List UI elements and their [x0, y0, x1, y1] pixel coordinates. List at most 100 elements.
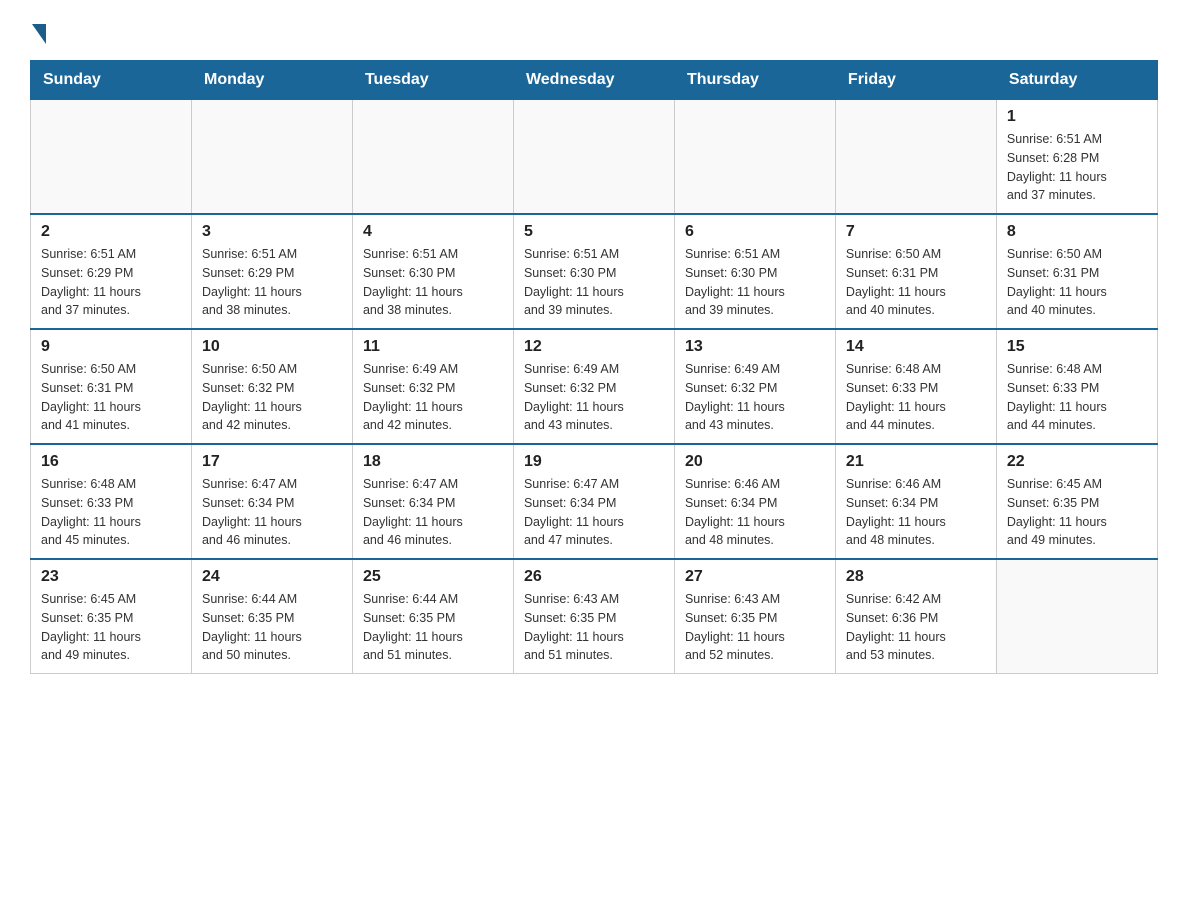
calendar-cell: [31, 100, 192, 215]
calendar-cell: 18 Sunrise: 6:47 AM Sunset: 6:34 PM Dayli…: [352, 444, 513, 559]
day-number: 4: [363, 223, 503, 241]
calendar-cell: 25 Sunrise: 6:44 AM Sunset: 6:35 PM Dayli…: [352, 559, 513, 674]
day-number: 11: [363, 338, 503, 356]
calendar-cell: 26Sunrise: 6:43 AM Sunset: 6:35 PM Dayli…: [513, 559, 674, 674]
day-number: 7: [846, 223, 986, 241]
day-info: Sunrise: 6:51 AM Sunset: 6:30 PM Dayligh…: [363, 245, 503, 320]
day-info: Sunrise: 6:48 AM Sunset: 6:33 PM Dayligh…: [1007, 360, 1147, 435]
day-info: Sunrise: 6:44 AM Sunset: 6:35 PM Dayligh…: [202, 590, 342, 665]
day-number: 17: [202, 453, 342, 471]
calendar-cell: 17 Sunrise: 6:47 AM Sunset: 6:34 PM Dayli…: [191, 444, 352, 559]
logo-arrow-icon: [32, 24, 46, 44]
day-number: 10: [202, 338, 342, 356]
day-info: Sunrise: 6:44 AM Sunset: 6:35 PM Dayligh…: [363, 590, 503, 665]
day-number: 12: [524, 338, 664, 356]
day-number: 25: [363, 568, 503, 586]
day-number: 27: [685, 568, 825, 586]
calendar-cell: [191, 100, 352, 215]
day-number: 28: [846, 568, 986, 586]
day-info: Sunrise: 6:48 AM Sunset: 6:33 PM Dayligh…: [41, 475, 181, 550]
calendar-cell: 14 Sunrise: 6:48 AM Sunset: 6:33 PM Dayli…: [835, 329, 996, 444]
header-day-tuesday: Tuesday: [352, 61, 513, 100]
calendar-cell: 27 Sunrise: 6:43 AM Sunset: 6:35 PM Dayli…: [674, 559, 835, 674]
day-number: 21: [846, 453, 986, 471]
day-info: Sunrise: 6:43 AM Sunset: 6:35 PM Dayligh…: [524, 590, 664, 665]
calendar-cell: 28 Sunrise: 6:42 AM Sunset: 6:36 PM Dayli…: [835, 559, 996, 674]
calendar-cell: 21 Sunrise: 6:46 AM Sunset: 6:34 PM Dayli…: [835, 444, 996, 559]
day-info: Sunrise: 6:50 AM Sunset: 6:31 PM Dayligh…: [846, 245, 986, 320]
day-info: Sunrise: 6:50 AM Sunset: 6:32 PM Dayligh…: [202, 360, 342, 435]
calendar-cell: [674, 100, 835, 215]
header-day-wednesday: Wednesday: [513, 61, 674, 100]
logo-text: [30, 20, 46, 44]
day-info: Sunrise: 6:49 AM Sunset: 6:32 PM Dayligh…: [363, 360, 503, 435]
day-info: Sunrise: 6:48 AM Sunset: 6:33 PM Dayligh…: [846, 360, 986, 435]
day-info: Sunrise: 6:51 AM Sunset: 6:28 PM Dayligh…: [1007, 130, 1147, 205]
calendar-cell: 1 Sunrise: 6:51 AM Sunset: 6:28 PM Daylig…: [996, 100, 1157, 215]
day-number: 5: [524, 223, 664, 241]
day-info: Sunrise: 6:51 AM Sunset: 6:30 PM Dayligh…: [685, 245, 825, 320]
day-info: Sunrise: 6:49 AM Sunset: 6:32 PM Dayligh…: [685, 360, 825, 435]
day-info: Sunrise: 6:51 AM Sunset: 6:30 PM Dayligh…: [524, 245, 664, 320]
calendar-cell: 8 Sunrise: 6:50 AM Sunset: 6:31 PM Daylig…: [996, 214, 1157, 329]
calendar-cell: [835, 100, 996, 215]
calendar-cell: [352, 100, 513, 215]
day-number: 13: [685, 338, 825, 356]
day-info: Sunrise: 6:47 AM Sunset: 6:34 PM Dayligh…: [202, 475, 342, 550]
day-number: 8: [1007, 223, 1147, 241]
day-number: 20: [685, 453, 825, 471]
calendar-cell: 13 Sunrise: 6:49 AM Sunset: 6:32 PM Dayli…: [674, 329, 835, 444]
day-info: Sunrise: 6:50 AM Sunset: 6:31 PM Dayligh…: [1007, 245, 1147, 320]
calendar-cell: 24 Sunrise: 6:44 AM Sunset: 6:35 PM Dayli…: [191, 559, 352, 674]
day-number: 1: [1007, 108, 1147, 126]
page-header: [30, 20, 1158, 40]
calendar-cell: [996, 559, 1157, 674]
week-row-3: 9 Sunrise: 6:50 AM Sunset: 6:31 PM Daylig…: [31, 329, 1158, 444]
calendar-cell: 9 Sunrise: 6:50 AM Sunset: 6:31 PM Daylig…: [31, 329, 192, 444]
day-info: Sunrise: 6:43 AM Sunset: 6:35 PM Dayligh…: [685, 590, 825, 665]
day-info: Sunrise: 6:47 AM Sunset: 6:34 PM Dayligh…: [524, 475, 664, 550]
day-info: Sunrise: 6:42 AM Sunset: 6:36 PM Dayligh…: [846, 590, 986, 665]
calendar-cell: 2 Sunrise: 6:51 AM Sunset: 6:29 PM Daylig…: [31, 214, 192, 329]
week-row-5: 23 Sunrise: 6:45 AM Sunset: 6:35 PM Dayli…: [31, 559, 1158, 674]
day-info: Sunrise: 6:47 AM Sunset: 6:34 PM Dayligh…: [363, 475, 503, 550]
calendar-cell: 16Sunrise: 6:48 AM Sunset: 6:33 PM Dayli…: [31, 444, 192, 559]
day-number: 14: [846, 338, 986, 356]
day-info: Sunrise: 6:46 AM Sunset: 6:34 PM Dayligh…: [685, 475, 825, 550]
day-number: 9: [41, 338, 181, 356]
day-info: Sunrise: 6:46 AM Sunset: 6:34 PM Dayligh…: [846, 475, 986, 550]
calendar-cell: 20 Sunrise: 6:46 AM Sunset: 6:34 PM Dayli…: [674, 444, 835, 559]
header-day-sunday: Sunday: [31, 61, 192, 100]
header-row: SundayMondayTuesdayWednesdayThursdayFrid…: [31, 61, 1158, 100]
day-info: Sunrise: 6:45 AM Sunset: 6:35 PM Dayligh…: [41, 590, 181, 665]
day-number: 3: [202, 223, 342, 241]
week-row-2: 2 Sunrise: 6:51 AM Sunset: 6:29 PM Daylig…: [31, 214, 1158, 329]
calendar-cell: 6Sunrise: 6:51 AM Sunset: 6:30 PM Daylig…: [674, 214, 835, 329]
calendar-cell: 4 Sunrise: 6:51 AM Sunset: 6:30 PM Daylig…: [352, 214, 513, 329]
header-day-saturday: Saturday: [996, 61, 1157, 100]
day-info: Sunrise: 6:51 AM Sunset: 6:29 PM Dayligh…: [41, 245, 181, 320]
header-day-monday: Monday: [191, 61, 352, 100]
calendar-cell: 10 Sunrise: 6:50 AM Sunset: 6:32 PM Dayli…: [191, 329, 352, 444]
calendar-cell: [513, 100, 674, 215]
day-number: 19: [524, 453, 664, 471]
calendar-cell: 19 Sunrise: 6:47 AM Sunset: 6:34 PM Dayli…: [513, 444, 674, 559]
day-number: 15: [1007, 338, 1147, 356]
day-number: 23: [41, 568, 181, 586]
day-number: 18: [363, 453, 503, 471]
calendar-cell: 12 Sunrise: 6:49 AM Sunset: 6:32 PM Dayli…: [513, 329, 674, 444]
calendar-cell: 22Sunrise: 6:45 AM Sunset: 6:35 PM Dayli…: [996, 444, 1157, 559]
day-number: 24: [202, 568, 342, 586]
week-row-1: 1 Sunrise: 6:51 AM Sunset: 6:28 PM Daylig…: [31, 100, 1158, 215]
day-info: Sunrise: 6:51 AM Sunset: 6:29 PM Dayligh…: [202, 245, 342, 320]
calendar-cell: 23 Sunrise: 6:45 AM Sunset: 6:35 PM Dayli…: [31, 559, 192, 674]
day-number: 22: [1007, 453, 1147, 471]
week-row-4: 16Sunrise: 6:48 AM Sunset: 6:33 PM Dayli…: [31, 444, 1158, 559]
day-info: Sunrise: 6:50 AM Sunset: 6:31 PM Dayligh…: [41, 360, 181, 435]
logo: [30, 20, 46, 40]
day-info: Sunrise: 6:49 AM Sunset: 6:32 PM Dayligh…: [524, 360, 664, 435]
calendar-cell: 7 Sunrise: 6:50 AM Sunset: 6:31 PM Daylig…: [835, 214, 996, 329]
day-number: 2: [41, 223, 181, 241]
calendar-cell: 15 Sunrise: 6:48 AM Sunset: 6:33 PM Dayli…: [996, 329, 1157, 444]
calendar-cell: 11 Sunrise: 6:49 AM Sunset: 6:32 PM Dayli…: [352, 329, 513, 444]
